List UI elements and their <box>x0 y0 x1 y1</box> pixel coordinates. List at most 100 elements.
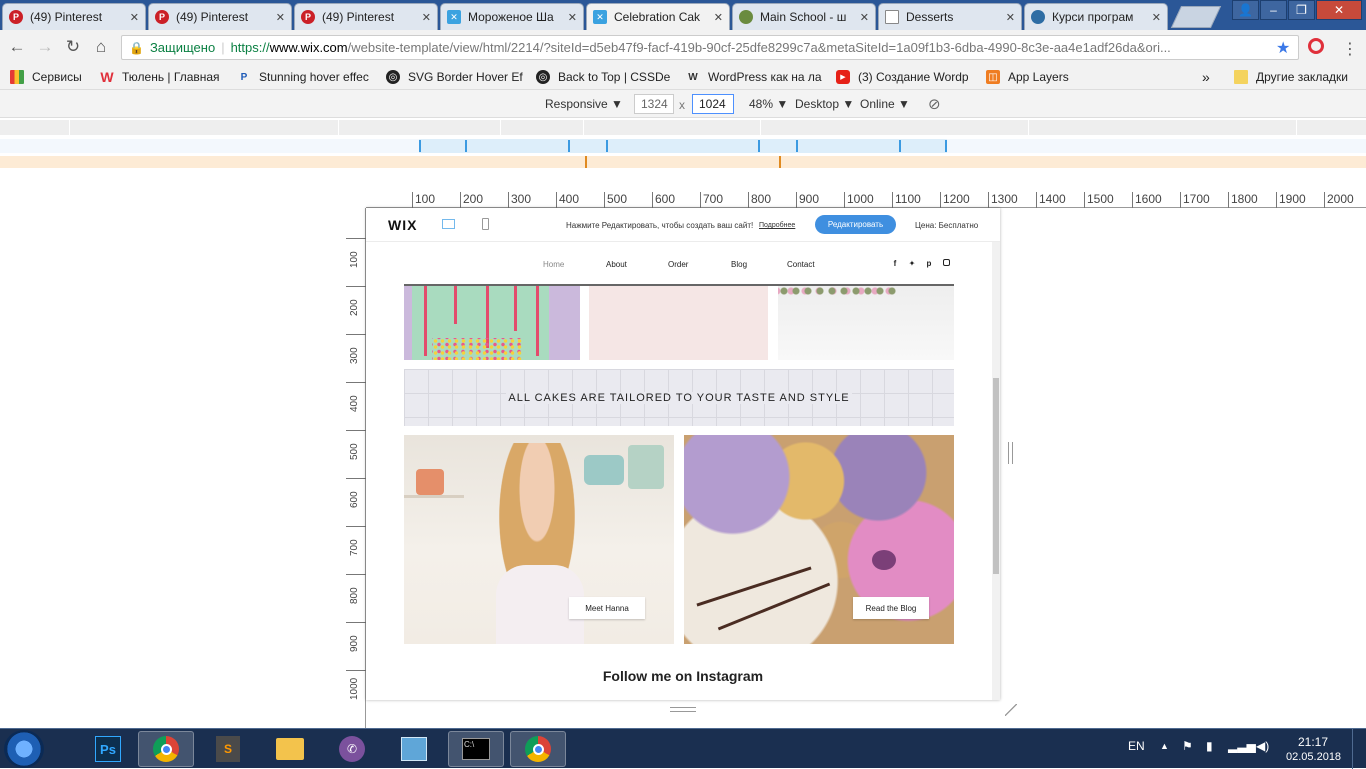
taskbar-sublime[interactable]: S <box>200 731 256 767</box>
address-divider: | <box>221 40 225 55</box>
menu-icon[interactable]: ⋮ <box>1342 39 1358 59</box>
facebook-icon[interactable]: f <box>891 259 899 268</box>
edit-site-button[interactable]: Редактировать <box>815 215 896 234</box>
taskbar-control-panel[interactable] <box>386 731 442 767</box>
resize-handle-right[interactable] <box>1008 442 1013 464</box>
vertical-ruler: 100 200 300 400 500 600 700 800 900 1000 <box>346 208 366 728</box>
media-query-bar-gray[interactable] <box>0 120 1366 135</box>
learn-more-link[interactable]: Подробнее <box>759 222 795 229</box>
volume-icon[interactable]: ◀) <box>1256 739 1269 753</box>
action-center-icon[interactable]: ⚑ <box>1182 739 1193 753</box>
tab-celebration-cakes[interactable]: ✕ Celebration Cak ✕ <box>586 3 730 30</box>
desktop-view-icon[interactable] <box>442 219 455 229</box>
close-icon[interactable]: ✕ <box>714 11 723 24</box>
zoom-select[interactable]: 48% ▼ <box>749 97 788 111</box>
meet-hanna-button[interactable]: Meet Hanna <box>569 597 645 619</box>
bookmark-item[interactable]: ◎ Back to Top | CSSDe <box>536 68 674 86</box>
green-cake-photo[interactable] <box>404 286 580 360</box>
network-icon[interactable]: ▂▃▅ <box>1228 739 1256 753</box>
folder-icon <box>1234 70 1248 84</box>
start-button[interactable] <box>4 730 44 768</box>
nav-home[interactable]: Home <box>543 260 564 269</box>
tab-pinterest-1[interactable]: P (49) Pinterest ✕ <box>2 3 146 30</box>
close-icon[interactable]: ✕ <box>1152 11 1161 24</box>
nav-about[interactable]: About <box>606 260 627 269</box>
bookmark-apps[interactable]: Сервисы <box>10 68 82 86</box>
close-icon[interactable]: ✕ <box>422 11 431 24</box>
user-icon[interactable]: 👤 <box>1232 0 1259 20</box>
device-mode-select[interactable]: Responsive ▼ <box>545 97 623 111</box>
clock-date[interactable]: 02.05.2018 <box>1286 751 1341 763</box>
pinterest-icon: P <box>9 10 23 24</box>
ruler-tick-label: 700 <box>346 526 366 556</box>
close-icon[interactable]: ✕ <box>276 11 285 24</box>
bookmark-item[interactable]: ▶ (3) Создание Wordp <box>836 68 974 86</box>
address-bar[interactable]: 🔒 Защищено | https:// www.wix.com /websi… <box>121 35 1299 60</box>
media-query-bar-orange[interactable] <box>0 156 1366 168</box>
scrollbar-thumb[interactable] <box>993 378 999 574</box>
opera-extension-icon[interactable] <box>1308 38 1324 54</box>
clock-time[interactable]: 21:17 <box>1298 735 1328 749</box>
close-icon[interactable]: ✕ <box>1006 11 1015 24</box>
taskbar-explorer[interactable] <box>262 731 318 767</box>
taskbar-photoshop[interactable]: Ps <box>80 731 136 767</box>
close-icon[interactable]: ✕ <box>130 11 139 24</box>
nav-contact[interactable]: Contact <box>787 260 815 269</box>
resize-handle-bottom[interactable] <box>670 707 696 712</box>
bookmark-item[interactable]: ◎ SVG Border Hover Ef <box>386 68 524 86</box>
tab-courses[interactable]: Курси програм ✕ <box>1024 3 1168 30</box>
network-throttle-select[interactable]: Online ▼ <box>860 97 910 111</box>
tab-pinterest-3[interactable]: P (49) Pinterest ✕ <box>294 3 438 30</box>
show-desktop-button[interactable] <box>1352 729 1366 769</box>
restore-button[interactable]: ❐ <box>1288 0 1315 20</box>
taskbar-chrome-2[interactable] <box>510 731 566 767</box>
new-tab-button[interactable] <box>1170 6 1222 28</box>
taskbar-cmd[interactable]: C:\ <box>448 731 504 767</box>
tray-expand-icon[interactable]: ▲ <box>1160 741 1169 751</box>
nav-order[interactable]: Order <box>668 260 688 269</box>
nav-blog[interactable]: Blog <box>731 260 747 269</box>
twitter-icon[interactable]: ✦ <box>908 259 916 268</box>
media-query-bar-blue[interactable] <box>0 139 1366 153</box>
bookmark-item[interactable]: W Тюлень | Главная <box>100 68 226 86</box>
forward-arrow-icon[interactable]: → <box>35 37 55 57</box>
tab-pinterest-2[interactable]: P (49) Pinterest ✕ <box>148 3 292 30</box>
read-blog-button[interactable]: Read the Blog <box>853 597 929 619</box>
network-label: Online <box>860 97 895 111</box>
white-cake-photo[interactable] <box>778 286 954 360</box>
bookmark-item[interactable]: W WordPress как на ла <box>686 68 824 86</box>
minimize-button[interactable]: – <box>1260 0 1287 20</box>
page-scrollbar[interactable] <box>992 242 1000 700</box>
bookmark-item[interactable]: P Stunning hover effec <box>237 68 375 86</box>
rotate-icon[interactable]: ⊘ <box>928 95 941 113</box>
pinterest-icon[interactable]: p <box>925 259 933 268</box>
battery-icon[interactable]: ▮ <box>1206 739 1213 753</box>
home-icon[interactable]: ⌂ <box>91 37 111 57</box>
tab-label: Курси програм <box>1052 10 1134 24</box>
app-layers-icon: ◫ <box>986 70 1000 84</box>
viewport-width-input[interactable]: 1324 <box>634 94 674 114</box>
close-icon[interactable]: ✕ <box>568 11 577 24</box>
taskbar-chrome-1[interactable] <box>138 731 194 767</box>
more-bookmarks-chevron[interactable]: » <box>1202 68 1210 86</box>
apps-grid-icon <box>10 70 24 84</box>
back-arrow-icon[interactable]: ← <box>7 37 27 57</box>
other-bookmarks[interactable]: Другие закладки <box>1234 68 1348 86</box>
bookmark-star-icon[interactable]: ★ <box>1276 38 1290 58</box>
instagram-icon[interactable] <box>943 259 950 266</box>
reload-icon[interactable]: ↻ <box>63 37 83 57</box>
mobile-view-icon[interactable] <box>482 218 489 230</box>
close-icon[interactable]: ✕ <box>860 11 869 24</box>
viewport-height-input[interactable]: 1024 <box>692 94 734 114</box>
mq-divider <box>583 120 584 135</box>
tab-main-school[interactable]: Main School - ш ✕ <box>732 3 876 30</box>
device-type-select[interactable]: Desktop ▼ <box>795 97 854 111</box>
resize-handle-corner[interactable] <box>1005 704 1017 716</box>
mq-divider <box>1028 120 1029 135</box>
tab-desserts[interactable]: Desserts ✕ <box>878 3 1022 30</box>
language-indicator[interactable]: EN <box>1128 739 1145 753</box>
close-window-button[interactable]: ✕ <box>1316 0 1362 20</box>
taskbar-viber[interactable]: ✆ <box>324 731 380 767</box>
tab-ice-cream[interactable]: ✕ Мороженое Ша ✕ <box>440 3 584 30</box>
bookmark-item[interactable]: ◫ App Layers <box>986 68 1124 86</box>
